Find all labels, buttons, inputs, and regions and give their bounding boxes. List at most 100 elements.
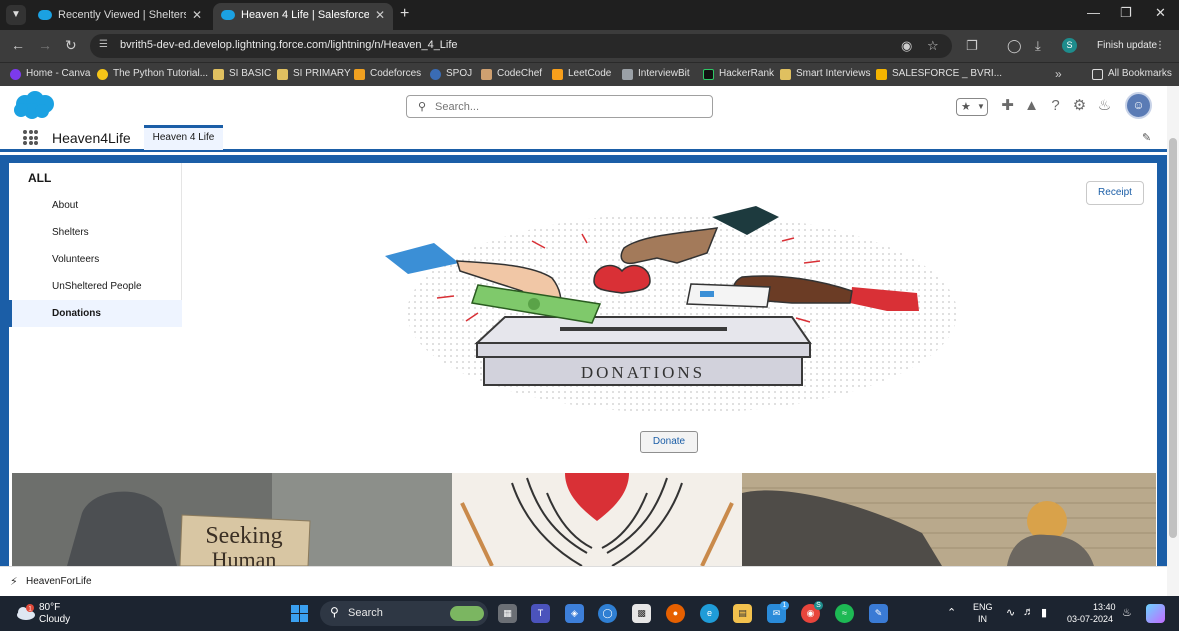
search-icon: ⚲ bbox=[330, 605, 339, 619]
eye-icon[interactable]: ◉ bbox=[901, 38, 912, 54]
windows-start-icon[interactable] bbox=[291, 605, 308, 622]
input-language[interactable]: ENG bbox=[973, 602, 993, 612]
utility-bar: ⚡ HeavenForLife bbox=[0, 566, 1167, 596]
file-explorer-icon[interactable]: ▤ bbox=[733, 604, 752, 623]
sidebar-item-shelters[interactable]: Shelters bbox=[9, 219, 182, 246]
bookmark-item[interactable]: Smart Interviews bbox=[780, 68, 870, 80]
notifications-bell-icon[interactable]: ♨ bbox=[1096, 97, 1113, 114]
tab-heaven-4-life[interactable]: Heaven 4 Life bbox=[144, 125, 223, 150]
bookmark-item[interactable]: Codeforces bbox=[354, 68, 422, 80]
trailhead-guidance-icon[interactable]: ▲ bbox=[1023, 97, 1040, 114]
volume-icon[interactable]: ♬ bbox=[1023, 606, 1034, 618]
utility-bar-label[interactable]: HeavenForLife bbox=[26, 576, 92, 587]
bookmark-label: Codeforces bbox=[370, 68, 422, 79]
app-navigation-bar: Heaven4Life Heaven 4 Life ✎ bbox=[0, 124, 1179, 152]
bookmark-item[interactable]: SI PRIMARY bbox=[277, 68, 351, 80]
user-avatar[interactable]: ☺ bbox=[1125, 92, 1152, 119]
back-button[interactable]: ← bbox=[11, 37, 25, 53]
tab-title: Recently Viewed | Shelters | Sal bbox=[58, 9, 186, 21]
address-bar[interactable]: ☰ bvrith5-dev-ed.develop.lightning.force… bbox=[90, 34, 952, 58]
bookmark-label: SALESFORCE _ BVRI... bbox=[892, 68, 1003, 79]
bookmark-item[interactable]: LeetCode bbox=[552, 68, 611, 80]
show-hidden-icons-chevron-icon[interactable]: ⌃ bbox=[947, 606, 956, 619]
site-info-icon[interactable]: ☰ bbox=[99, 39, 113, 53]
clock-time[interactable]: 13:40 bbox=[1093, 602, 1116, 612]
sidebar-item-about[interactable]: About bbox=[9, 192, 182, 219]
bookmark-label: HackerRank bbox=[719, 68, 775, 79]
sidebar-item-volunteers[interactable]: Volunteers bbox=[9, 246, 182, 273]
clock-date[interactable]: 03-07-2024 bbox=[1067, 614, 1113, 624]
help-icon[interactable]: ? bbox=[1047, 97, 1064, 114]
search-input[interactable] bbox=[435, 99, 705, 115]
app-launcher-waffle-icon[interactable] bbox=[23, 130, 38, 145]
minimize-window-button[interactable]: — bbox=[1087, 5, 1100, 20]
notification-bell-icon[interactable]: ♨ bbox=[1122, 606, 1132, 619]
salesforce-cloud-logo[interactable] bbox=[12, 90, 57, 121]
close-tab-icon[interactable]: ✕ bbox=[192, 3, 202, 28]
profile-avatar[interactable]: S bbox=[1062, 38, 1077, 53]
global-actions-plus-icon[interactable]: ✚ bbox=[999, 97, 1016, 114]
bookmark-star-icon[interactable]: ☆ bbox=[927, 38, 939, 54]
favorites-button-group[interactable]: ★ ▼ bbox=[956, 98, 988, 116]
taskbar-search-box[interactable]: ⚲ Search bbox=[320, 601, 488, 626]
finish-update-button[interactable]: Finish update ⋮ bbox=[1089, 37, 1171, 55]
scrollbar-thumb[interactable] bbox=[1169, 138, 1177, 538]
cloudy-weather-icon[interactable]: 1 bbox=[14, 603, 36, 621]
receipt-button[interactable]: Receipt bbox=[1086, 181, 1144, 205]
card-chip bbox=[700, 291, 714, 297]
global-search-box[interactable]: ⚲ bbox=[406, 95, 713, 118]
more-bookmarks-chevron-icon[interactable]: » bbox=[1055, 67, 1062, 81]
salesforce-favicon-icon bbox=[38, 10, 52, 20]
task-view-icon[interactable]: ▦ bbox=[498, 604, 517, 623]
bookmark-item[interactable]: SI BASIC bbox=[213, 68, 271, 80]
bookmark-item[interactable]: SALESFORCE _ BVRI... bbox=[876, 68, 1003, 80]
favorites-star-icon[interactable]: ★ bbox=[961, 100, 971, 113]
performance-icon[interactable]: ◯ bbox=[1007, 38, 1022, 54]
canva-icon bbox=[10, 69, 21, 80]
spotify-icon[interactable]: ≈ bbox=[835, 604, 854, 623]
battery-icon[interactable]: ▮ bbox=[1041, 606, 1047, 619]
donate-button[interactable]: Donate bbox=[640, 431, 698, 453]
edit-nav-pencil-icon[interactable]: ✎ bbox=[1142, 131, 1151, 144]
reload-button[interactable]: ↻ bbox=[65, 37, 77, 54]
page-scrollbar[interactable] bbox=[1167, 86, 1179, 596]
restore-window-button[interactable]: ❐ bbox=[1120, 5, 1132, 21]
drive-icon bbox=[876, 69, 887, 80]
firefox-icon[interactable]: ● bbox=[666, 604, 685, 623]
sidebar-item-donations[interactable]: Donations bbox=[9, 300, 182, 327]
all-bookmarks-button[interactable]: All Bookmarks bbox=[1092, 68, 1172, 80]
tab-title: Heaven 4 Life | Salesforce bbox=[241, 9, 369, 21]
hands-heart-illustration bbox=[452, 473, 742, 566]
download-icon[interactable]: ⤓ bbox=[1035, 38, 1041, 54]
sidebar-item-unsheltered-people[interactable]: UnSheltered People bbox=[9, 273, 182, 300]
edge-icon[interactable]: e bbox=[700, 604, 719, 623]
forward-button[interactable]: → bbox=[38, 37, 52, 53]
browser-toolbar: ← → ↻ ☰ bvrith5-dev-ed.develop.lightning… bbox=[0, 30, 1179, 62]
outlook-badge-count: 1 bbox=[780, 601, 789, 610]
mysql-workbench-icon[interactable]: ◈ bbox=[565, 604, 584, 623]
snipping-tool-icon[interactable]: ✎ bbox=[869, 604, 888, 623]
setup-gear-icon[interactable]: ⚙ bbox=[1071, 97, 1088, 114]
bookmark-item[interactable]: Home - Canva bbox=[10, 68, 90, 80]
new-tab-button[interactable]: + bbox=[400, 5, 409, 23]
extensions-icon[interactable]: ❐ bbox=[966, 38, 978, 54]
close-tab-icon[interactable]: ✕ bbox=[375, 3, 385, 28]
bookmark-item[interactable]: InterviewBit bbox=[622, 68, 690, 80]
bookmark-item[interactable]: CodeChef bbox=[481, 68, 542, 80]
browser-tab-recently-viewed[interactable]: Recently Viewed | Shelters | Sal ✕ bbox=[30, 3, 210, 30]
copilot-icon[interactable] bbox=[1146, 604, 1165, 623]
smart-interviews-icon bbox=[780, 69, 791, 80]
wifi-icon[interactable]: ∿ bbox=[1006, 606, 1015, 619]
close-window-button[interactable]: ✕ bbox=[1155, 5, 1166, 21]
browser-tab-heaven-4-life[interactable]: Heaven 4 Life | Salesforce ✕ bbox=[213, 3, 393, 30]
favorites-dropdown-chevron-icon[interactable]: ▼ bbox=[977, 102, 985, 111]
tab-search-menu-button[interactable]: ▼ bbox=[6, 5, 26, 25]
bookmark-item[interactable]: HackerRank bbox=[703, 68, 775, 80]
folder-icon bbox=[1092, 69, 1103, 80]
taskbar-search-label: Search bbox=[348, 607, 383, 619]
bookmark-item[interactable]: The Python Tutorial... bbox=[97, 68, 208, 80]
browser-app-icon[interactable]: ◯ bbox=[598, 604, 617, 623]
microsoft-store-icon[interactable]: ▩ bbox=[632, 604, 651, 623]
bookmark-item[interactable]: SPOJ bbox=[430, 68, 472, 80]
teams-icon[interactable]: T bbox=[531, 604, 550, 623]
